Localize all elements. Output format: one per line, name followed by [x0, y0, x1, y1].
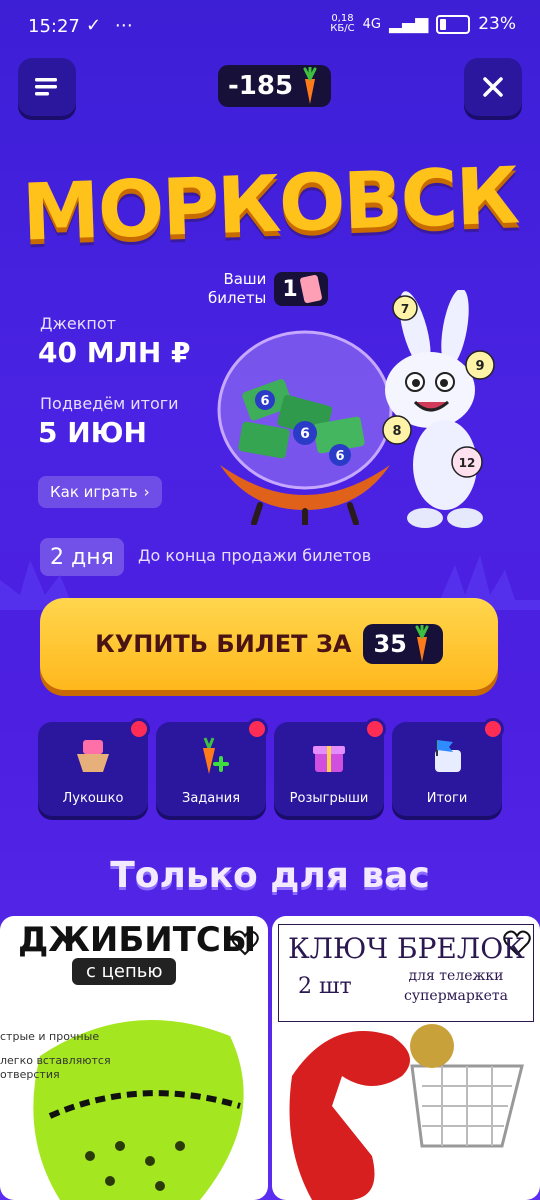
- product-image-keychain: [289, 1024, 524, 1200]
- card-right-note: для тележки супермаркета: [404, 968, 508, 1004]
- carrot-icon: [415, 625, 429, 662]
- tile-results[interactable]: Итоги: [392, 718, 504, 816]
- chevron-right-icon: ›: [143, 483, 150, 501]
- status-time: 15:27: [28, 16, 80, 37]
- menu-icon: [35, 78, 57, 96]
- product-image-clogs: [33, 1020, 244, 1200]
- network-speed: 0,18 КБ/С: [330, 13, 355, 34]
- buy-ticket-button[interactable]: КУПИТЬ БИЛЕТ ЗА 35: [40, 598, 498, 690]
- ball-number-5: 6: [260, 394, 269, 409]
- status-right: 0,18 КБ/С 4G ▂▄▆ 23%: [330, 13, 516, 35]
- ball-number-4: 12: [459, 456, 476, 470]
- notification-dot: [364, 718, 386, 740]
- tickets-label: Ваши билеты: [208, 270, 267, 307]
- signal-bars-icon: ▂▄▆: [388, 14, 429, 34]
- tile-basket-label: Лукошко: [62, 791, 124, 806]
- feature-tiles: Лукошко Задания Розыгрыши Итоги: [38, 718, 504, 816]
- tile-basket[interactable]: Лукошко: [38, 718, 150, 816]
- jackpot-label: Джекпот: [40, 314, 116, 333]
- card-left-text-2: легко вставляются отверстия: [0, 1054, 111, 1081]
- tile-tasks-label: Задания: [181, 791, 241, 806]
- ball-number-7: 6: [335, 449, 344, 464]
- close-button[interactable]: [464, 58, 522, 116]
- tickets-count-box: 1: [274, 272, 328, 306]
- battery-icon: [436, 14, 471, 34]
- ball-number-2: 9: [475, 359, 484, 374]
- ball-number-6: 6: [300, 426, 310, 442]
- card-left-text-1: стрые и прочные: [0, 1030, 100, 1043]
- my-tickets[interactable]: Ваши билеты 1: [208, 270, 328, 308]
- status-notification-icons: ✓ ⋯: [86, 15, 137, 36]
- ticket-price: 35: [363, 624, 443, 664]
- tile-giveaways-label: Розыгрыши: [289, 791, 369, 806]
- card-left-title: ДЖИБИТСЫ: [18, 920, 257, 960]
- balance-value: -185: [228, 71, 294, 101]
- results-value: 5 ИЮН: [38, 416, 147, 449]
- carrot-plus-icon: [203, 737, 229, 774]
- game-logo: МОРКОВСК: [20, 151, 520, 259]
- card-right-title: КЛЮЧ БРЕЛОК: [288, 932, 525, 965]
- results-label: Подведём итоги: [40, 394, 179, 413]
- tile-tasks[interactable]: Задания: [156, 718, 268, 816]
- carrot-icon: [303, 67, 317, 104]
- tile-results-label: Итоги: [426, 791, 468, 806]
- notification-dot: [246, 718, 268, 740]
- basket-icon: [77, 740, 109, 772]
- ticket-price-value: 35: [373, 630, 407, 658]
- card-left-subtitle: с цепью: [72, 958, 177, 985]
- card-right-subtitle: 2 шт: [298, 974, 352, 999]
- close-icon: [483, 77, 503, 97]
- signal-icon: 4G: [362, 16, 381, 32]
- status-bar: 15:27 ✓ ⋯ 0,18 КБ/С 4G ▂▄▆ 23%: [0, 0, 540, 56]
- jackpot-value: 40 МЛН ₽: [38, 336, 191, 369]
- ball-number-1: 7: [401, 302, 409, 316]
- carrot-balance[interactable]: -185: [218, 65, 332, 107]
- menu-button[interactable]: [18, 58, 76, 116]
- gift-icon: [313, 746, 345, 772]
- notification-dot: [128, 718, 150, 740]
- how-to-play-label: Как играть: [50, 483, 138, 501]
- bunny-mascot-illustration: 7 9 8 12: [382, 290, 495, 528]
- calendar-flag-icon: [435, 740, 461, 772]
- tile-giveaways[interactable]: Розыгрыши: [274, 718, 386, 816]
- how-to-play-button[interactable]: Как играть ›: [38, 476, 162, 508]
- ticket-icon: [299, 274, 323, 304]
- section-title: Только для вас: [110, 855, 430, 896]
- ball-number-3: 8: [392, 424, 401, 439]
- notification-dot: [482, 718, 504, 740]
- tickets-count: 1: [282, 276, 298, 302]
- buy-ticket-label: КУПИТЬ БИЛЕТ ЗА: [95, 630, 352, 658]
- battery-percent: 23%: [478, 14, 516, 34]
